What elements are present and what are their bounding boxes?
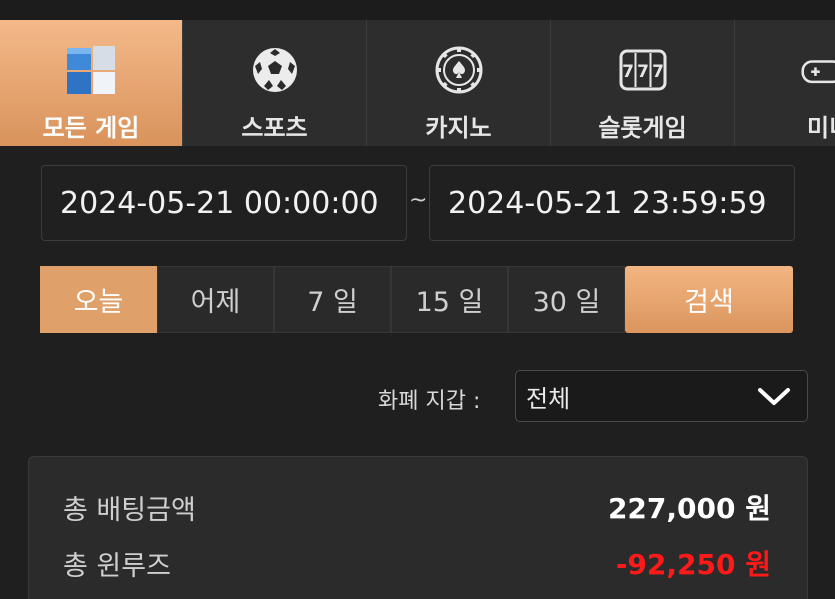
tab-label: 스포츠 [241, 114, 308, 142]
tab-slot-games[interactable]: 7 7 7 슬롯게임 [551, 20, 735, 146]
game-category-tabs: 모든 게임 스포츠 카지노 7 7 7 슬롯게임 미 [0, 20, 835, 146]
total-bet-label: 총 배팅금액 [63, 494, 196, 526]
start-date-value: 2024-05-21 00:00:00 [60, 185, 379, 221]
total-bet-value: 227,000 원 [607, 492, 771, 525]
period-30days-button[interactable]: 30 일 [508, 266, 625, 333]
total-winloss-value: -92,250 원 [615, 548, 771, 581]
total-winloss-label: 총 윈루즈 [63, 550, 171, 582]
chevron-down-icon [757, 384, 791, 414]
total-winloss-row: 총 윈루즈 -92,250 원 [63, 543, 771, 583]
top-strip [0, 0, 835, 20]
end-date-value: 2024-05-21 23:59:59 [448, 185, 767, 221]
tab-label: 슬롯게임 [598, 114, 687, 142]
all-games-cube-icon [63, 42, 119, 98]
period-15days-button[interactable]: 15 일 [391, 266, 508, 333]
summary-panel: 총 배팅금액 227,000 원 총 윈루즈 -92,250 원 [28, 456, 808, 599]
svg-text:7: 7 [652, 62, 664, 82]
period-buttons: 오늘 어제 7 일 15 일 30 일 검색 [40, 266, 793, 333]
period-yesterday-button[interactable]: 어제 [157, 266, 274, 333]
start-date-field[interactable]: 2024-05-21 00:00:00 [41, 165, 407, 241]
tab-mini[interactable]: 미니 [735, 20, 835, 146]
period-7days-button[interactable]: 7 일 [274, 266, 391, 333]
currency-wallet-label: 화폐 지갑 : [378, 389, 481, 414]
slot-machine-icon: 7 7 7 [615, 42, 671, 98]
date-range-separator: ~ [409, 188, 428, 213]
svg-text:7: 7 [622, 62, 634, 82]
end-date-field[interactable]: 2024-05-21 23:59:59 [429, 165, 795, 241]
tab-label: 모든 게임 [42, 114, 140, 142]
tab-casino[interactable]: 카지노 [367, 20, 551, 146]
currency-wallet-select[interactable]: 전체 [515, 370, 808, 422]
currency-wallet-value: 전체 [526, 384, 571, 413]
tab-label: 카지노 [425, 114, 492, 142]
total-bet-row: 총 배팅금액 227,000 원 [63, 487, 771, 527]
tab-sports[interactable]: 스포츠 [183, 20, 367, 146]
search-button[interactable]: 검색 [625, 266, 793, 333]
period-today-button[interactable]: 오늘 [40, 266, 157, 333]
tab-label: 미니 [807, 114, 835, 142]
casino-chip-icon [431, 42, 487, 98]
soccer-ball-icon [247, 42, 303, 98]
svg-text:7: 7 [637, 62, 649, 82]
gamepad-icon [735, 42, 835, 98]
tab-all-games[interactable]: 모든 게임 [0, 20, 183, 146]
